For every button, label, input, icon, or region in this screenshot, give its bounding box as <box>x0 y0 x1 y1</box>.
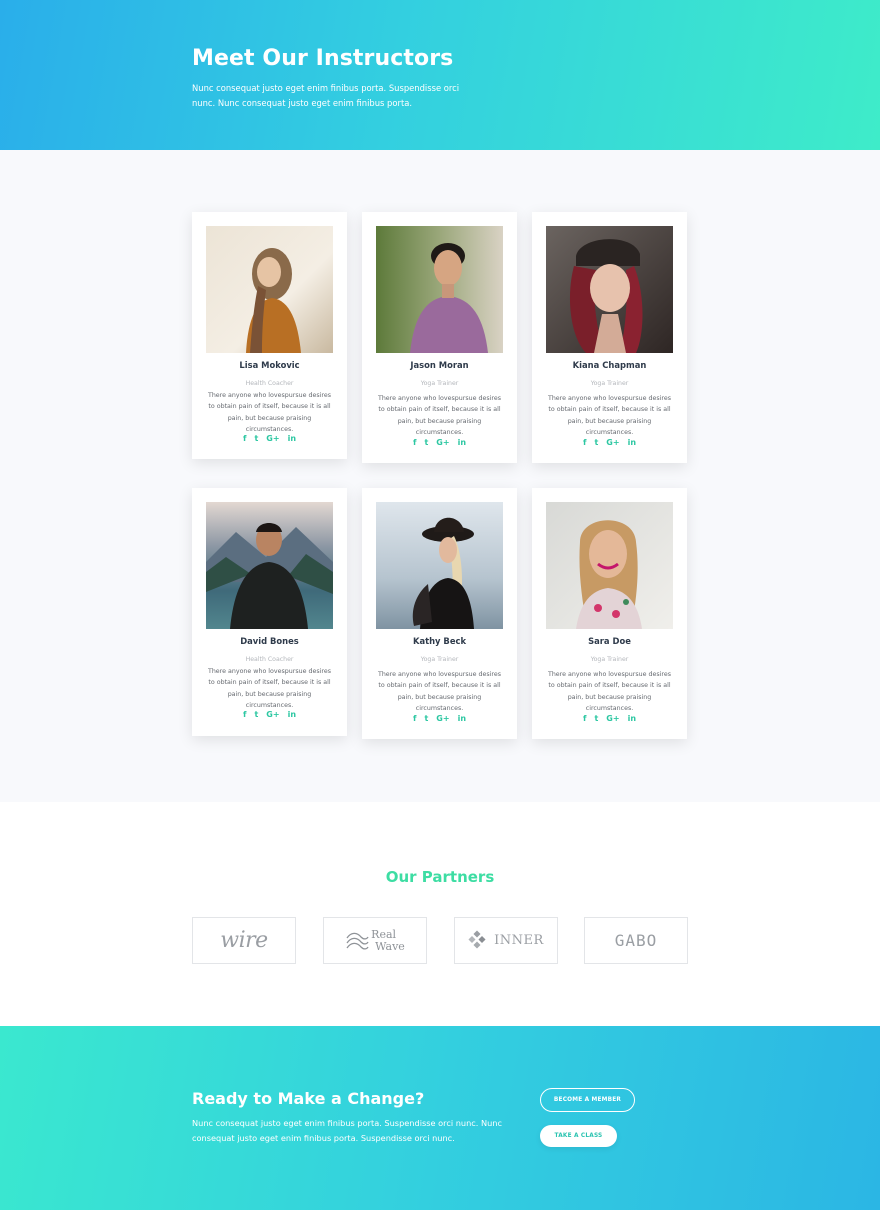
diamond-icon <box>468 929 486 949</box>
social-links: f t G+ in <box>192 708 347 720</box>
social-links: f t G+ in <box>362 436 517 448</box>
page-title: Meet Our Instructors <box>192 46 454 71</box>
instructor-role: Yoga Trainer <box>420 656 459 663</box>
linkedin-icon[interactable]: in <box>458 438 466 447</box>
instructor-name: Lisa Mokovic <box>239 360 300 370</box>
facebook-icon[interactable]: f <box>413 714 416 723</box>
instructor-description: There anyone who lovespursue desires to … <box>377 671 502 713</box>
instructors-section: Lisa Mokovic Health Coacher There anyone… <box>0 150 880 802</box>
instructor-photo <box>206 226 333 353</box>
facebook-icon[interactable]: f <box>413 438 416 447</box>
social-links: f t G+ in <box>192 432 347 444</box>
linkedin-icon[interactable]: in <box>628 714 636 723</box>
facebook-icon[interactable]: f <box>243 710 246 719</box>
gabo-logo-text: GABO <box>614 931 658 950</box>
partner-logo-inner[interactable]: INNER <box>454 917 558 964</box>
instructor-name: Jason Moran <box>410 360 469 370</box>
instructor-description: There anyone who lovespursue desires to … <box>207 668 332 710</box>
real-wave-logo-line2: Wave <box>375 939 405 953</box>
linkedin-icon[interactable]: in <box>628 438 636 447</box>
instructor-card: Jason Moran Yoga Trainer There anyone wh… <box>362 212 517 463</box>
wire-logo-text: wire <box>220 928 268 953</box>
hero-banner: Meet Our Instructors Nunc consequat just… <box>0 0 880 150</box>
linkedin-icon[interactable]: in <box>458 714 466 723</box>
instructor-card: David Bones Health Coacher There anyone … <box>192 488 347 736</box>
partner-logo-real-wave[interactable]: Real Wave <box>323 917 427 964</box>
facebook-icon[interactable]: f <box>583 714 586 723</box>
cta-text: Nunc consequat justo eget enim finibus p… <box>192 1118 502 1143</box>
instructor-name: Kathy Beck <box>412 636 467 646</box>
instructor-name: Kiana Chapman <box>572 360 647 370</box>
instructor-card: Sara Doe Yoga Trainer There anyone who l… <box>532 488 687 739</box>
partner-logo-gabo[interactable]: GABO <box>584 917 688 964</box>
partners-section: Our Partners wire Real Wave INNER GABO <box>0 802 880 1026</box>
cta-section: Ready to Make a Change? Nunc consequat j… <box>0 1026 880 1210</box>
cta-title: Ready to Make a Change? <box>192 1089 425 1108</box>
instructor-photo <box>206 502 333 629</box>
twitter-icon[interactable]: t <box>594 438 598 447</box>
instructor-name: Sara Doe <box>588 636 631 646</box>
instructor-photo <box>376 502 503 629</box>
instructor-card: Kiana Chapman Yoga Trainer There anyone … <box>532 212 687 463</box>
social-links: f t G+ in <box>532 712 687 724</box>
instructor-role: Health Coacher <box>245 656 294 663</box>
facebook-icon[interactable]: f <box>243 434 246 443</box>
twitter-icon[interactable]: t <box>424 714 428 723</box>
twitter-icon[interactable]: t <box>594 714 598 723</box>
social-links: f t G+ in <box>362 712 517 724</box>
instructor-role: Health Coacher <box>245 380 294 387</box>
instructor-photo <box>376 226 503 353</box>
google-plus-icon[interactable]: G+ <box>436 714 449 723</box>
instructor-photo <box>546 226 673 353</box>
hero-text: Nunc consequat justo eget enim finibus p… <box>192 83 460 108</box>
instructor-description: There anyone who lovespursue desires to … <box>377 395 502 437</box>
take-class-button[interactable]: TAKE A CLASS <box>540 1125 617 1147</box>
instructor-photo <box>546 502 673 629</box>
google-plus-icon[interactable]: G+ <box>266 710 279 719</box>
partners-title: Our Partners <box>385 868 495 886</box>
instructor-card: Lisa Mokovic Health Coacher There anyone… <box>192 212 347 459</box>
linkedin-icon[interactable]: in <box>288 434 296 443</box>
instructor-role: Yoga Trainer <box>420 380 459 387</box>
google-plus-icon[interactable]: G+ <box>606 438 619 447</box>
instructor-description: There anyone who lovespursue desires to … <box>207 392 332 434</box>
inner-logo-text: INNER <box>494 933 544 948</box>
twitter-icon[interactable]: t <box>254 434 258 443</box>
wave-icon <box>346 932 369 950</box>
instructor-role: Yoga Trainer <box>590 380 629 387</box>
partner-logo-wire[interactable]: wire <box>192 917 296 964</box>
twitter-icon[interactable]: t <box>254 710 258 719</box>
instructor-role: Yoga Trainer <box>590 656 629 663</box>
google-plus-icon[interactable]: G+ <box>436 438 449 447</box>
google-plus-icon[interactable]: G+ <box>606 714 619 723</box>
twitter-icon[interactable]: t <box>424 438 428 447</box>
google-plus-icon[interactable]: G+ <box>266 434 279 443</box>
instructor-description: There anyone who lovespursue desires to … <box>547 395 672 437</box>
become-member-button[interactable]: BECOME A MEMBER <box>540 1088 635 1112</box>
facebook-icon[interactable]: f <box>583 438 586 447</box>
instructor-card: Kathy Beck Yoga Trainer There anyone who… <box>362 488 517 739</box>
instructor-description: There anyone who lovespursue desires to … <box>547 671 672 713</box>
social-links: f t G+ in <box>532 436 687 448</box>
real-wave-logo-line1: Real <box>371 927 397 941</box>
linkedin-icon[interactable]: in <box>288 710 296 719</box>
instructor-name: David Bones <box>240 636 299 646</box>
